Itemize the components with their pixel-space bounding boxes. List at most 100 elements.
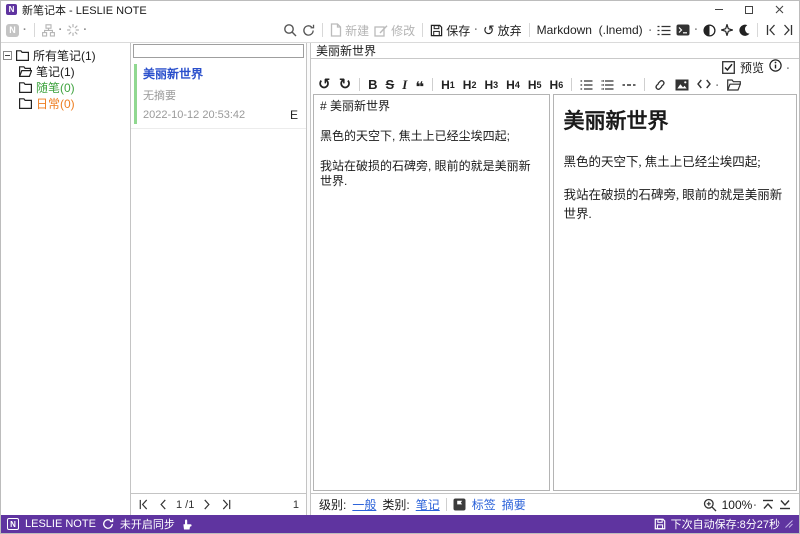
md-undo-button[interactable]: ↺: [318, 77, 331, 92]
note-status-bar: [134, 64, 137, 124]
attachment-folder-icon[interactable]: [727, 78, 742, 91]
scroll-to-bottom-icon[interactable]: [779, 499, 791, 510]
image-icon[interactable]: [675, 79, 689, 91]
format-dropdown-icon[interactable]: [648, 23, 653, 37]
folder-icon: [19, 81, 32, 93]
markdown-toolbar: ↺ ↻ B S I ❝ H1 H2 H3 H4 H5 H6: [311, 75, 799, 95]
md-strikethrough-button[interactable]: S: [386, 77, 395, 92]
moon-icon: [739, 24, 750, 36]
search-icon: [284, 24, 297, 37]
maximize-icon: [745, 5, 753, 14]
note-filter-input[interactable]: [133, 44, 304, 58]
preview-checkbox[interactable]: [722, 60, 735, 74]
tree-item-label: 日常(0): [36, 96, 75, 111]
bullet-list-icon[interactable]: [580, 79, 593, 90]
refresh-tree-button[interactable]: [67, 24, 87, 36]
note-title-input[interactable]: 美丽新世界: [311, 43, 799, 59]
md-h2-button[interactable]: H2: [463, 78, 477, 92]
md-h5-button[interactable]: H5: [528, 78, 542, 92]
resize-grip-icon[interactable]: [785, 520, 793, 528]
pin-window-button[interactable]: [721, 24, 733, 36]
outline-button[interactable]: [657, 25, 671, 36]
summary-link[interactable]: 摘要: [502, 496, 526, 513]
save-button[interactable]: 保存: [430, 22, 478, 39]
new-note-button[interactable]: 新建: [330, 22, 369, 39]
note-list-item[interactable]: 美丽新世界 无摘要 2022-10-12 20:53:42 E: [131, 60, 306, 129]
markdown-source-editor[interactable]: # 美丽新世界 黑色的天空下, 焦土上已经尘埃四起; 我站在破损的石碑旁, 眼前…: [313, 94, 550, 491]
window-title: 新笔记本 - LESLIE NOTE: [22, 4, 147, 17]
contrast-icon: [703, 23, 716, 37]
folder-tree-panel: 所有笔记(1) 笔记(1) 随笔(0) 日常(0): [1, 43, 131, 515]
modify-note-button[interactable]: 修改: [374, 22, 415, 39]
note-item-summary: 无摘要: [143, 90, 176, 102]
md-italic-button[interactable]: I: [402, 77, 407, 93]
note-item-timestamp: 2022-10-12 20:53:42: [143, 109, 246, 121]
last-page-icon[interactable]: [221, 499, 232, 510]
editor-options-row: 预览: [311, 59, 799, 75]
horizontal-rule-icon[interactable]: [622, 83, 636, 87]
titlebar: N 新笔记本 - LESLIE NOTE: [1, 1, 799, 18]
autosave-icon: [654, 518, 665, 530]
tree-item-notes[interactable]: 笔记(1): [1, 63, 130, 79]
code-icon: [697, 79, 712, 88]
code-block-button[interactable]: [697, 78, 719, 92]
md-h1-button[interactable]: H1: [441, 78, 455, 92]
autosave-text: 下次自动保存:8分27秒: [670, 519, 780, 531]
md-bold-button[interactable]: B: [368, 77, 377, 92]
scroll-to-top-icon[interactable]: [762, 499, 774, 510]
minimize-icon: [715, 9, 723, 10]
md-toolbar-separator: [644, 78, 646, 91]
terminal-button[interactable]: [676, 24, 698, 36]
editor-panel: 美丽新世界 预览 ↺ ↻ B S I ❝ H1 H2 H3: [311, 43, 799, 515]
first-page-icon[interactable]: [138, 499, 149, 510]
md-h4-button[interactable]: H4: [506, 78, 520, 92]
md-quote-button[interactable]: ❝: [415, 80, 424, 95]
discard-button[interactable]: ↺ 放弃: [483, 22, 522, 39]
theme-contrast-button[interactable]: [703, 23, 716, 37]
md-redo-button[interactable]: ↻: [339, 77, 352, 92]
minimize-button[interactable]: [704, 2, 734, 18]
collapse-panel-right-button[interactable]: [782, 24, 794, 36]
tree-item-all-notes[interactable]: 所有笔记(1): [1, 47, 130, 63]
md-h6-button[interactable]: H6: [550, 78, 564, 92]
tree-expander-icon[interactable]: [3, 50, 12, 60]
window-controls: [704, 2, 794, 18]
night-mode-button[interactable]: [738, 24, 750, 37]
category-value-link[interactable]: 笔记: [416, 496, 440, 513]
note-list-pagination: 1 /1 1: [131, 493, 306, 515]
md-toolbar-separator: [432, 78, 434, 91]
zoom-level[interactable]: 100%: [722, 498, 757, 512]
toolbar-separator: [528, 23, 530, 37]
toolbar-separator: [422, 23, 424, 37]
note-info-button[interactable]: [769, 59, 790, 75]
md-h3-button[interactable]: H3: [484, 78, 498, 92]
previous-page-icon[interactable]: [158, 499, 167, 510]
search-button[interactable]: [283, 23, 297, 37]
ordered-list-icon[interactable]: [601, 79, 614, 90]
app-menu-button[interactable]: N: [6, 23, 27, 37]
page-indicator: 1 /1: [176, 498, 195, 511]
close-button[interactable]: [764, 2, 794, 18]
flag-icon[interactable]: [453, 498, 466, 511]
zoom-in-icon[interactable]: [703, 498, 717, 512]
level-label: 级别:: [319, 498, 347, 512]
app-logo-icon: N: [6, 4, 17, 15]
next-page-icon[interactable]: [203, 499, 212, 510]
folder-icon: [19, 97, 32, 109]
collapse-panel-left-button[interactable]: [765, 24, 777, 36]
maximize-button[interactable]: [734, 2, 764, 18]
refresh-button[interactable]: [302, 24, 315, 37]
save-icon: [430, 24, 443, 36]
format-selector[interactable]: Markdown (.lnemd): [537, 23, 643, 37]
tree-item-daily[interactable]: 日常(0): [1, 95, 130, 111]
folder-icon: [16, 49, 29, 61]
tags-link[interactable]: 标签: [472, 496, 496, 513]
sync-icon[interactable]: [102, 518, 114, 530]
toolbar-separator: [33, 23, 35, 37]
gesture-hand-icon[interactable]: [181, 518, 193, 531]
notebook-structure-button[interactable]: [41, 23, 63, 37]
tree-item-essays[interactable]: 随笔(0): [1, 79, 130, 95]
link-icon[interactable]: [653, 78, 667, 92]
statusbar-app-name: LESLIE NOTE: [25, 518, 96, 530]
level-value-link[interactable]: 一般: [352, 496, 376, 513]
